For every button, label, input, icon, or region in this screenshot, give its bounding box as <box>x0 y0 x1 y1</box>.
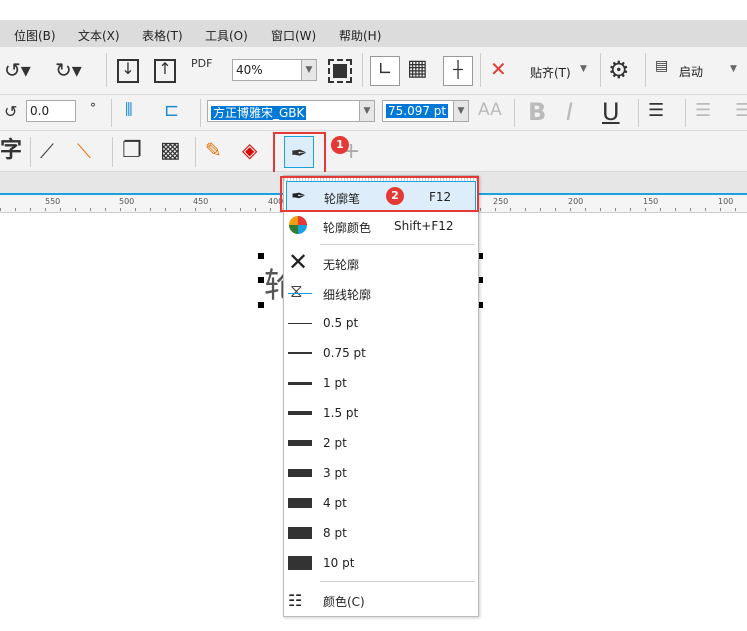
line-weight-icon <box>288 382 312 385</box>
bold-button[interactable]: B <box>528 100 546 124</box>
menu-item-0-5pt[interactable]: 0.5 pt <box>284 308 478 338</box>
outline-pen-menu: ✒ 轮廓笔 F12 轮廓颜色 Shift+F12 ✕ 无轮廓 ⧖ 细线轮廓 0.… <box>283 175 479 617</box>
highlight-box-2 <box>280 176 479 212</box>
menu-text[interactable]: 文本(X) <box>78 27 120 44</box>
text-tool-icon[interactable]: 字 <box>0 140 22 162</box>
menu-item-4pt[interactable]: 4 pt <box>284 488 478 518</box>
line-weight-icon <box>288 440 312 446</box>
connector-tool-icon[interactable]: ⟍ <box>77 141 91 161</box>
zoom-dropdown[interactable]: ▼ <box>301 59 317 81</box>
grid-icon[interactable]: ▦ <box>407 58 428 80</box>
gear-icon[interactable]: ⚙ <box>608 58 630 82</box>
line-weight-icon <box>288 352 312 354</box>
menu-table[interactable]: 表格(T) <box>142 27 183 44</box>
menu-item-color[interactable]: ☷ 颜色(C) <box>284 585 478 615</box>
eyedropper-icon[interactable]: ✎ <box>205 140 222 160</box>
mirror-vertical-icon[interactable]: ⊏ <box>164 102 179 120</box>
rotate-icon: ↺ <box>4 102 18 121</box>
menu-item-10pt[interactable]: 10 pt <box>284 548 478 578</box>
undo-icon[interactable]: ↺▾ <box>4 60 31 80</box>
pdf-icon[interactable]: PDF <box>191 58 212 69</box>
color-wheel-icon <box>289 216 307 234</box>
import-icon[interactable]: ↓ <box>117 59 139 83</box>
menu-item-1-5pt[interactable]: 1.5 pt <box>284 398 478 428</box>
fill-icon[interactable]: ◈ <box>242 140 257 160</box>
export-icon[interactable]: ↑ <box>154 59 176 83</box>
toolbox: 字 ⟋ ⟍ ❐ ▩ ✎ ◈ ✒ + <box>0 131 747 172</box>
chevron-down-icon[interactable]: ▼ <box>580 64 587 74</box>
chevron-down-icon[interactable]: ▼ <box>730 64 737 74</box>
menu-item-0-75pt[interactable]: 0.75 pt <box>284 338 478 368</box>
menu-item-2pt[interactable]: 2 pt <box>284 428 478 458</box>
font-family-input[interactable]: 方正博雅宋_GBK <box>207 100 360 122</box>
line-weight-icon <box>288 498 312 508</box>
menu-item-hairline[interactable]: ⧖ 细线轮廓 <box>284 278 478 308</box>
degree-label: ° <box>90 101 96 115</box>
menu-item-no-outline[interactable]: ✕ 无轮廓 <box>284 248 478 278</box>
document-icon[interactable]: ▤ <box>655 59 668 73</box>
menu-item-8pt[interactable]: 8 pt <box>284 518 478 548</box>
menu-item-1pt[interactable]: 1 pt <box>284 368 478 398</box>
x-icon: ✕ <box>288 248 309 276</box>
color-sliders-icon: ☷ <box>288 591 303 610</box>
menu-bar: 位图(B) 文本(X) 表格(T) 工具(O) 窗口(W) 帮助(H) <box>0 20 747 47</box>
hairline-icon: ⧖ <box>290 281 303 302</box>
launch-button[interactable]: 启动 <box>679 63 703 80</box>
rotation-angle-input[interactable]: 0.0 <box>26 100 76 122</box>
zoom-level-input[interactable]: 40% <box>232 59 302 81</box>
font-scale-icon[interactable]: AA <box>478 102 502 119</box>
menu-item-outline-color[interactable]: 轮廓颜色 Shift+F12 <box>284 211 478 241</box>
menu-help[interactable]: 帮助(H) <box>339 27 381 44</box>
full-screen-icon[interactable] <box>328 59 352 83</box>
rulers-icon[interactable]: ∟ <box>370 56 400 86</box>
step-badge-2: 2 <box>386 187 404 205</box>
drop-shadow-icon[interactable]: ❐ <box>122 140 142 162</box>
line-weight-icon <box>288 411 312 415</box>
guidelines-icon[interactable]: ┼ <box>443 56 473 86</box>
font-size-input[interactable]: 75.097 pt <box>382 100 454 122</box>
line-weight-icon <box>288 556 312 570</box>
line-weight-icon <box>288 469 312 477</box>
italic-button[interactable]: I <box>566 100 573 124</box>
line-weight-icon <box>288 527 312 539</box>
standard-toolbar: ↺▾ ↻▾ ↓ ↑ PDF 40% ▼ ∟ ▦ ┼ ✕ 贴齐(T) ▼ ⚙ ▤ … <box>0 47 747 95</box>
menu-bitmap[interactable]: 位图(B) <box>14 27 56 44</box>
step-badge-1: 1 <box>331 136 349 154</box>
transparency-icon[interactable]: ▩ <box>160 140 181 162</box>
numbered-list-icon[interactable]: ☰ <box>735 102 747 120</box>
text-align-icon[interactable]: ☰ <box>648 102 664 120</box>
menu-tools[interactable]: 工具(O) <box>205 27 248 44</box>
font-size-dropdown[interactable]: ▼ <box>453 100 469 122</box>
snap-to-button[interactable]: 贴齐(T) <box>530 64 571 81</box>
dimension-tool-icon[interactable]: ⟋ <box>40 141 54 161</box>
bullet-list-icon[interactable]: ☰ <box>695 102 711 120</box>
font-family-dropdown[interactable]: ▼ <box>359 100 375 122</box>
menu-item-3pt[interactable]: 3 pt <box>284 458 478 488</box>
menu-window[interactable]: 窗口(W) <box>271 27 316 44</box>
mirror-horizontal-icon[interactable]: ⫴ <box>125 102 133 120</box>
snap-off-icon[interactable]: ✕ <box>490 59 507 79</box>
line-weight-icon <box>288 323 312 324</box>
highlight-box-1 <box>273 132 326 176</box>
property-bar: ↺ 0.0 ° ⫴ ⊏ 方正博雅宋_GBK ▼ 75.097 pt ▼ AA B… <box>0 95 747 131</box>
redo-icon[interactable]: ↻▾ <box>55 60 82 80</box>
underline-button[interactable]: U <box>602 100 620 124</box>
